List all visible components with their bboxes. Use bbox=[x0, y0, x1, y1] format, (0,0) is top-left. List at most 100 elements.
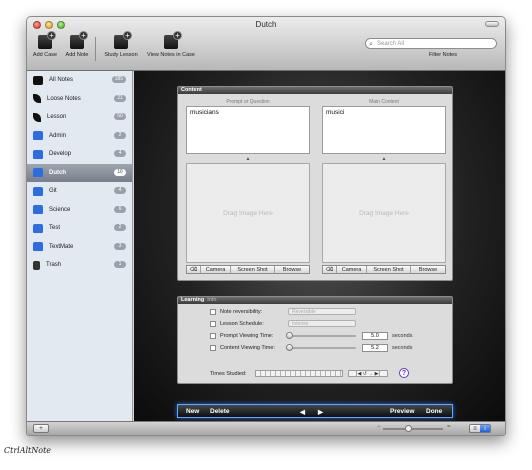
leaf-icon bbox=[33, 94, 41, 104]
done-button[interactable]: Done bbox=[426, 408, 442, 415]
titlebar: Dutch Add Case Add Note Study Lesson Vie… bbox=[27, 17, 505, 71]
prompt-image-drop[interactable]: Drag Image Here bbox=[186, 163, 310, 263]
study-lesson-button[interactable]: Study Lesson bbox=[97, 31, 145, 58]
sidebar-item-develop[interactable]: Develop 4 bbox=[27, 145, 132, 164]
expand-chevron-icon[interactable]: ▲ bbox=[186, 156, 310, 162]
delete-button[interactable]: Delete bbox=[210, 408, 230, 415]
slider-knob[interactable] bbox=[286, 344, 293, 351]
sidebar-item-lesson[interactable]: Lesson 50 bbox=[27, 108, 132, 127]
folder-icon bbox=[33, 131, 43, 141]
preview-button[interactable]: Preview bbox=[390, 408, 415, 415]
main-content-label: Main Content bbox=[369, 99, 399, 105]
add-case-icon bbox=[38, 31, 56, 49]
next-arrow-icon[interactable]: ▶ bbox=[318, 408, 323, 416]
editor-action-bar: New Delete ◀ ▶ Preview Done bbox=[177, 404, 453, 418]
previous-arrow-icon[interactable]: ◀ bbox=[300, 408, 305, 416]
studied-navigation[interactable]: |◀ ↺ → ▶| bbox=[348, 370, 388, 377]
info-view-icon[interactable]: i bbox=[480, 425, 490, 432]
view-notes-in-case-button[interactable]: View Notes in Case bbox=[142, 31, 200, 58]
tab-info[interactable]: Info bbox=[207, 297, 216, 303]
browse-button[interactable]: Browse bbox=[411, 266, 445, 273]
schedule-select[interactable]: Intense bbox=[288, 320, 356, 327]
sidebar-item-science[interactable]: Science 6 bbox=[27, 201, 132, 220]
zoom-out-icon[interactable]: − bbox=[377, 424, 381, 430]
content-viewing-slider[interactable] bbox=[286, 344, 356, 351]
sidebar-item-loose-notes[interactable]: Loose Notes 21 bbox=[27, 90, 132, 109]
content-viewing-checkbox[interactable] bbox=[210, 345, 216, 351]
sidebar-item-label: Git bbox=[49, 188, 57, 195]
view-notes-label: View Notes in Case bbox=[147, 52, 195, 58]
sidebar-item-trash[interactable]: Trash 1 bbox=[27, 256, 132, 275]
search-field[interactable]: ⌕ Search All bbox=[365, 38, 497, 49]
times-studied-label: Times Studied: bbox=[210, 371, 247, 377]
search-icon: ⌕ bbox=[369, 41, 373, 48]
clear-image-button[interactable]: ⌫ bbox=[323, 266, 337, 273]
count-badge: 6 bbox=[114, 205, 126, 213]
prompt-label: Prompt or Question bbox=[226, 99, 270, 105]
count-badge: 2 bbox=[114, 131, 126, 139]
note-reversibility-checkbox[interactable] bbox=[210, 309, 216, 315]
zoom-in-icon[interactable]: = bbox=[447, 424, 451, 430]
study-lesson-icon bbox=[114, 31, 132, 49]
screen-shot-button[interactable]: Screen Shot bbox=[231, 266, 275, 273]
folder-icon bbox=[33, 223, 43, 233]
browse-button[interactable]: Browse bbox=[275, 266, 309, 273]
prompt-text-field[interactable]: musicians bbox=[186, 106, 310, 154]
trash-icon bbox=[33, 260, 40, 270]
sidebar-item-label: All Notes bbox=[49, 77, 74, 84]
folder-icon bbox=[33, 149, 43, 159]
sidebar-item-label: Admin bbox=[49, 132, 67, 139]
toolbar-toggle-button[interactable] bbox=[485, 21, 499, 27]
view-notes-icon bbox=[164, 31, 182, 49]
note-reversibility-label: Note reversibility: bbox=[220, 309, 263, 315]
prompt-viewing-checkbox[interactable] bbox=[210, 333, 216, 339]
note-reversibility-option[interactable]: Note reversibility: bbox=[210, 307, 262, 317]
new-button[interactable]: New bbox=[186, 408, 199, 415]
main-content-text-field[interactable]: musici bbox=[322, 106, 446, 154]
reversibility-select[interactable]: Reversible bbox=[288, 308, 356, 315]
add-button[interactable]: + bbox=[33, 424, 49, 433]
clear-image-button[interactable]: ⌫ bbox=[187, 266, 201, 273]
slider-knob[interactable] bbox=[286, 332, 293, 339]
tab-learning[interactable]: Learning bbox=[181, 297, 204, 303]
camera-button[interactable]: Camera bbox=[337, 266, 367, 273]
list-view-icon[interactable]: ≡ bbox=[470, 425, 480, 432]
folder-icon bbox=[33, 242, 43, 252]
help-button[interactable]: ? bbox=[399, 368, 409, 378]
sidebar-item-git[interactable]: Git 4 bbox=[27, 182, 132, 201]
content-header: Content bbox=[178, 87, 452, 94]
prompt-viewing-slider[interactable] bbox=[286, 332, 356, 339]
seconds-label: seconds bbox=[392, 333, 413, 339]
camera-button[interactable]: Camera bbox=[201, 266, 231, 273]
zoom-knob[interactable] bbox=[405, 425, 412, 432]
count-badge: 50 bbox=[114, 113, 126, 120]
prompt-viewing-field[interactable]: 5.0 bbox=[362, 332, 388, 340]
screen-shot-button[interactable]: Screen Shot bbox=[367, 266, 411, 273]
folder-icon bbox=[33, 205, 43, 215]
content-viewing-option[interactable]: Content Viewing Time: bbox=[210, 343, 275, 353]
learning-panel: Learning Info Note reversibility: Reversi… bbox=[177, 296, 453, 384]
sidebar: All Notes 185 Loose Notes 21 Lesson 50 A… bbox=[27, 71, 133, 421]
window-title: Dutch bbox=[255, 20, 277, 29]
add-note-button[interactable]: Add Note bbox=[53, 31, 101, 58]
note-editor: Content Prompt or Question Main Content … bbox=[134, 71, 505, 421]
sidebar-item-all-notes[interactable]: All Notes 185 bbox=[27, 71, 132, 90]
zoom-slider[interactable] bbox=[383, 425, 443, 432]
main-image-drop[interactable]: Drag Image Here bbox=[322, 163, 446, 263]
sidebar-item-test[interactable]: Test 2 bbox=[27, 219, 132, 238]
view-toggle: ≡ i bbox=[469, 424, 491, 433]
prompt-viewing-option[interactable]: Prompt Viewing Time: bbox=[210, 331, 273, 341]
lesson-schedule-option[interactable]: Lesson Schedule: bbox=[210, 319, 264, 329]
lesson-schedule-checkbox[interactable] bbox=[210, 321, 216, 327]
content-viewing-field[interactable]: 5.2 bbox=[362, 344, 388, 352]
main-image-buttons: ⌫ Camera Screen Shot Browse bbox=[322, 265, 446, 274]
sidebar-item-textmate[interactable]: TextMate 3 bbox=[27, 238, 132, 257]
expand-chevron-icon[interactable]: ▲ bbox=[322, 156, 446, 162]
folder-icon bbox=[33, 186, 43, 196]
sidebar-item-dutch[interactable]: Dutch 10 bbox=[27, 163, 132, 182]
sidebar-item-admin[interactable]: Admin 2 bbox=[27, 127, 132, 146]
learning-header: Learning Info bbox=[178, 297, 452, 304]
count-badge: 1 bbox=[114, 261, 126, 268]
sidebar-item-label: Trash bbox=[46, 262, 62, 269]
sidebar-item-label: Develop bbox=[49, 151, 72, 158]
